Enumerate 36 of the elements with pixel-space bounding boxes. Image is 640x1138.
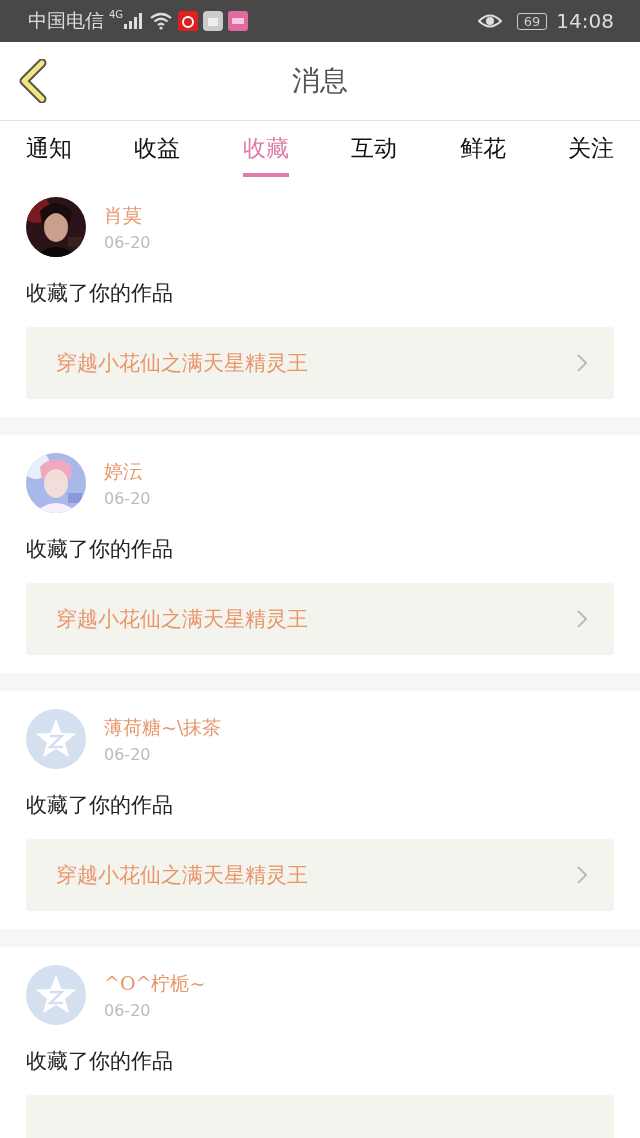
message-text: 收藏了你的作品 <box>26 792 174 819</box>
signal-icon <box>124 13 145 29</box>
tab[interactable]: 鲜花 <box>459 121 506 177</box>
default-avatar-icon <box>26 709 86 769</box>
back-icon[interactable] <box>18 59 48 103</box>
message-text: 收藏了你的作品 <box>26 280 174 307</box>
page-title: 消息 <box>292 63 348 99</box>
chevron-right-icon <box>576 865 588 885</box>
tab[interactable]: 通知 <box>26 121 72 177</box>
work-link[interactable]: 穿越小花仙之满天星精灵王 <box>26 583 614 655</box>
chevron-right-icon <box>576 353 588 373</box>
work-link[interactable]: 穿越小花仙之满天星精灵王 <box>26 839 614 911</box>
tab[interactable]: 互动 <box>351 121 398 177</box>
clock: 14:08 <box>556 9 614 33</box>
battery-indicator: 69 <box>516 12 548 30</box>
work-link[interactable]: 穿越小花仙之满天星精灵王 <box>26 327 614 399</box>
user-name[interactable]: 肖莫 <box>104 202 151 229</box>
wifi-icon <box>149 12 174 30</box>
carrier-name: 中国电信 <box>28 8 104 33</box>
user-name[interactable]: 婷沄 <box>104 458 151 485</box>
message-date: 06-20 <box>104 488 151 508</box>
tab[interactable]: 收益 <box>134 121 181 177</box>
music-app-icon <box>178 11 199 31</box>
user-name[interactable]: ^O^柠栀~ <box>104 970 206 997</box>
message-text: 收藏了你的作品 <box>26 536 174 563</box>
message-date: 06-20 <box>104 744 152 764</box>
network-type: 4G <box>109 9 124 20</box>
message-date: 06-20 <box>104 232 151 252</box>
message-date: 06-20 <box>104 1000 152 1020</box>
app-icon <box>228 11 249 31</box>
eye-icon <box>477 12 502 30</box>
chevron-right-icon <box>576 609 588 629</box>
user-name[interactable]: 薄荷糖~\抹茶 <box>104 714 222 741</box>
tab[interactable]: 关注 <box>567 121 614 177</box>
default-avatar-icon <box>26 965 86 1025</box>
message-text: 收藏了你的作品 <box>26 1048 174 1075</box>
